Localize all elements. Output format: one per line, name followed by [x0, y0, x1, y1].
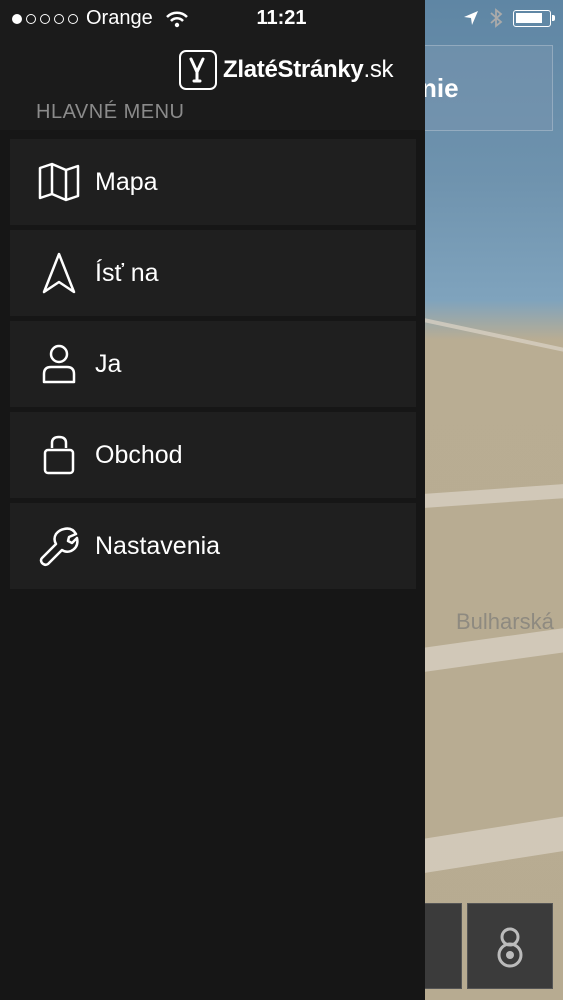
shopping-bag-icon: [37, 433, 81, 477]
menu-item-label: Mapa: [95, 167, 158, 196]
menu-item-settings[interactable]: Nastavenia: [10, 503, 416, 589]
menu-item-label: Nastavenia: [95, 531, 221, 560]
status-right-icons: [463, 8, 555, 28]
locate-button[interactable]: [467, 903, 553, 989]
status-bar: Orange 11:21: [0, 0, 563, 36]
bluetooth-icon: [490, 8, 503, 28]
section-title: HLAVNÉ MENU: [36, 101, 185, 123]
wrench-icon: [37, 524, 81, 568]
location-arrow-icon: [464, 11, 478, 25]
street-label: Bulharská: [456, 609, 554, 634]
side-drawer: ZlatéStránky.sk HLAVNÉ MENU Mapa Ísť na: [0, 0, 425, 1000]
logo-walking-figure-icon: [179, 50, 217, 90]
menu-item-go-to[interactable]: Ísť na: [10, 230, 416, 316]
menu-item-label: Obchod: [95, 440, 183, 469]
menu-item-label: Ísť na: [95, 258, 159, 287]
logo-text: ZlatéStránky.sk: [223, 56, 394, 83]
map-icon: [37, 160, 81, 204]
map-search-text: nie: [421, 72, 459, 103]
navigation-arrow-icon: [37, 251, 81, 295]
menu-item-map[interactable]: Mapa: [10, 139, 416, 225]
location-pin-icon: [497, 927, 523, 968]
person-icon: [37, 342, 81, 386]
battery-icon: [513, 9, 555, 27]
menu-item-profile[interactable]: Ja: [10, 321, 416, 407]
menu-item-shop[interactable]: Obchod: [10, 412, 416, 498]
app-logo: ZlatéStránky.sk: [179, 50, 394, 90]
main-menu: Mapa Ísť na Ja Obchod Nastavenia: [10, 139, 416, 594]
menu-item-label: Ja: [95, 349, 122, 378]
